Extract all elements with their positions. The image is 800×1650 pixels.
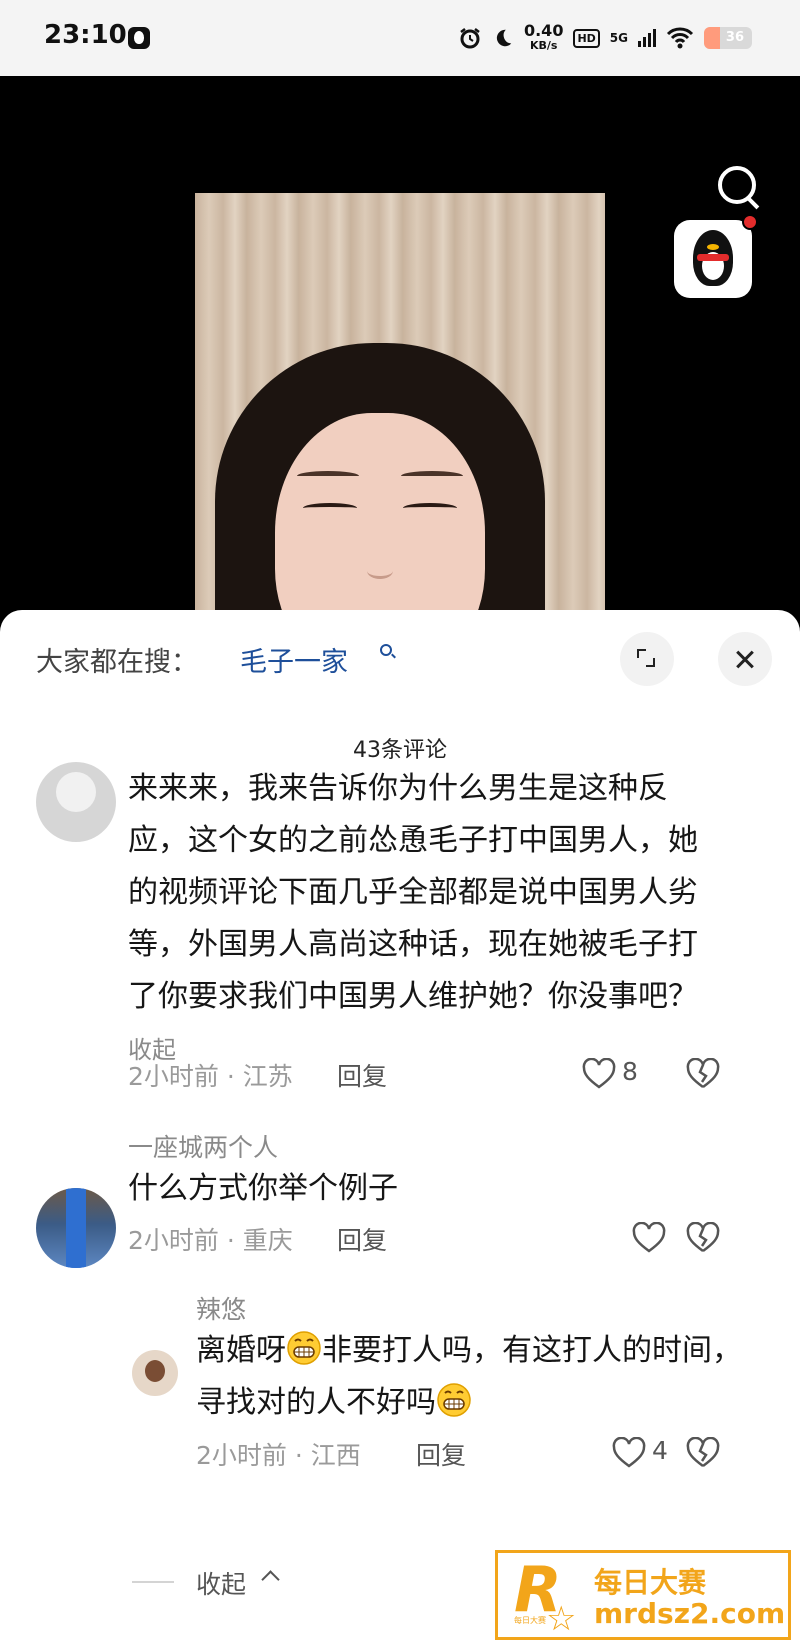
heart-icon[interactable] (612, 1437, 646, 1469)
like-count: 8 (622, 1057, 638, 1086)
comment-text: 来来来，我来告诉你为什么男生是这种反应，这个女的之前怂恿毛子打中国男人，她的视频… (128, 763, 718, 1076)
reply-button[interactable]: 回复 (416, 1436, 466, 1472)
watermark-logo-sub: 每日大赛 (514, 1616, 546, 1625)
close-button[interactable] (718, 632, 772, 686)
comment-text: 什么方式你举个例子 (128, 1171, 398, 1206)
reply-time-location: 2小时前 · 江西 (196, 1441, 361, 1470)
avatar[interactable] (132, 1350, 178, 1396)
comment-time-location: 2小时前 · 江苏 (128, 1062, 293, 1091)
video-person (215, 343, 545, 623)
heart-icon[interactable] (632, 1222, 666, 1254)
watermark-url: mrdsz2.com (594, 1597, 786, 1630)
broken-heart-icon[interactable] (686, 1437, 720, 1469)
search-icon[interactable] (380, 644, 392, 656)
star-icon: ☆ (546, 1599, 577, 1639)
collapse-replies-button[interactable]: 收起 (196, 1565, 246, 1601)
network-speed-unit: KB/s (529, 39, 558, 52)
wifi-icon (666, 27, 694, 49)
hot-search-prefix: 大家都在搜： (36, 647, 198, 678)
watermark: R ☆ 每日大赛 每日大赛 mrdsz2.com (495, 1550, 791, 1640)
notification-dot (742, 214, 758, 230)
expand-button[interactable] (620, 632, 674, 686)
like-count: 4 (652, 1436, 668, 1465)
avatar[interactable] (36, 1188, 116, 1268)
moon-icon (496, 29, 512, 47)
avatar[interactable] (36, 762, 116, 842)
status-time: 23:10 (44, 20, 127, 50)
battery-level: 36 (725, 30, 744, 45)
watermark-logo: R ☆ 每日大赛 (510, 1553, 582, 1639)
grinning-face-icon (437, 1383, 471, 1417)
status-bar: 23:10 0.40 KB/s HD 5G 36 (0, 0, 800, 76)
qq-notification-icon (128, 27, 150, 49)
comment-time-location: 2小时前 · 重庆 (128, 1226, 293, 1255)
network-speed-value: 0.40 (523, 21, 564, 40)
grinning-face-icon (287, 1331, 321, 1365)
broken-heart-icon[interactable] (686, 1058, 720, 1090)
comment-count: 43条评论 (353, 738, 447, 763)
network-type: 5G (609, 31, 628, 45)
alarm-icon (460, 28, 480, 49)
reply-text-part1: 离婚呀 (196, 1333, 286, 1368)
heart-icon[interactable] (582, 1058, 616, 1090)
broken-heart-icon[interactable] (686, 1222, 720, 1254)
hd-badge: HD (573, 28, 600, 48)
chevron-up-icon[interactable] (261, 1570, 280, 1589)
hot-search-term[interactable]: 毛子一家 (240, 640, 348, 679)
battery-icon: 36 (704, 27, 752, 49)
watermark-title: 每日大赛 (594, 1566, 707, 1599)
video-frame[interactable] (195, 193, 605, 623)
comment-sheet: 大家都在搜： 毛子一家 43条评论 来来来，我来告诉你为什么男生是这种反应，这个… (0, 610, 800, 1650)
search-icon[interactable] (714, 162, 762, 210)
network-speed: 0.40 KB/s (524, 23, 563, 53)
reply-button[interactable]: 回复 (337, 1057, 387, 1093)
video-player[interactable] (0, 76, 800, 623)
comment-body: 来来来，我来告诉你为什么男生是这种反应，这个女的之前怂恿毛子打中国男人，她的视频… (128, 771, 698, 1014)
reply-button[interactable]: 回复 (337, 1221, 387, 1257)
comment-author[interactable]: 一座城两个人 (128, 1128, 278, 1164)
qq-penguin-icon[interactable] (674, 214, 758, 298)
sheet-header: 大家都在搜： 毛子一家 (0, 610, 800, 706)
reply-author[interactable]: 辣悠 (196, 1290, 246, 1326)
status-indicators: 0.40 KB/s HD 5G 36 (458, 18, 752, 58)
divider (132, 1581, 174, 1583)
reply-text: 离婚呀 非要打人吗，有这打人的时间，寻找对的人不好吗 (196, 1325, 746, 1429)
signal-icon (638, 29, 656, 47)
